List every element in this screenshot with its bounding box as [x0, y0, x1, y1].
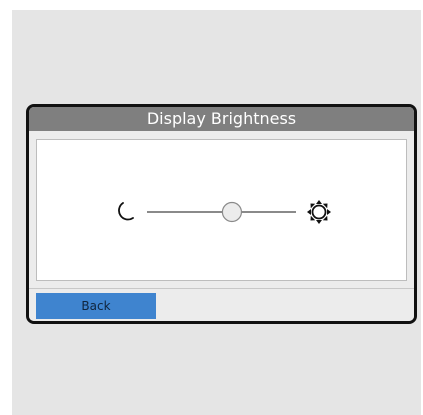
sun-icon[interactable] [307, 200, 331, 224]
dialog-title: Display Brightness [29, 107, 414, 131]
brightness-panel [36, 139, 407, 281]
back-button[interactable]: Back [36, 293, 156, 319]
slider-thumb[interactable] [221, 201, 243, 223]
brightness-control [118, 200, 331, 224]
moon-icon[interactable] [118, 202, 134, 221]
dialog-footer: Back [29, 288, 414, 321]
brightness-dialog: Display Brightness Back [26, 104, 417, 324]
